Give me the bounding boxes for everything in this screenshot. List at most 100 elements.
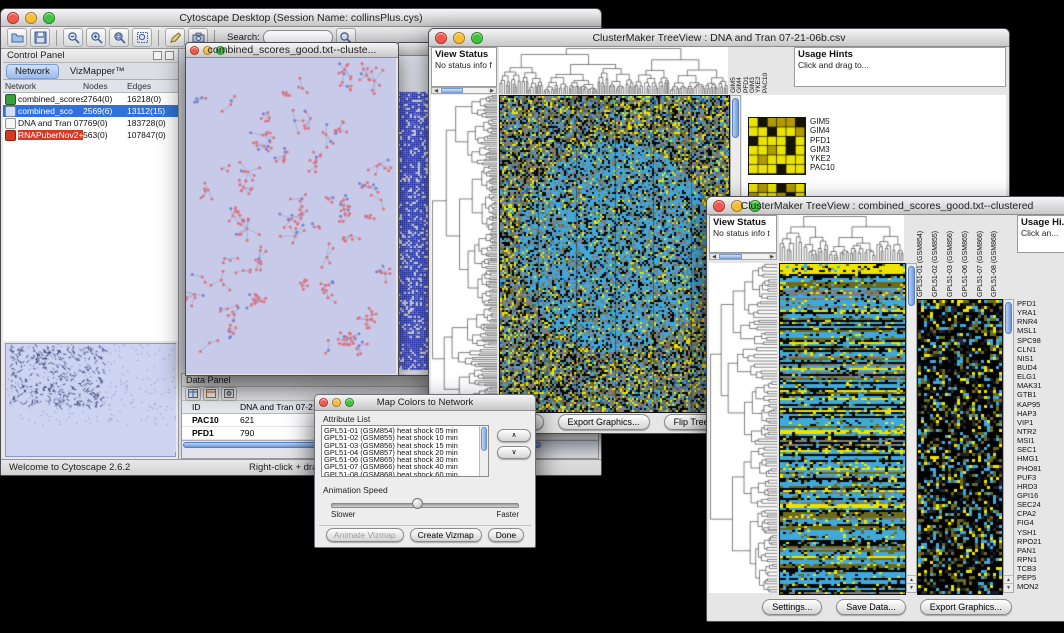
col-nodes[interactable]: Nodes (83, 81, 127, 91)
heatmap-vscrollbar[interactable] (906, 263, 917, 593)
rotated-gene-label[interactable]: YKE2 (755, 47, 761, 93)
gene-label[interactable]: MSL1 (1017, 326, 1063, 335)
gene-label[interactable]: SPC98 (1017, 336, 1063, 345)
network-overview-thumbnail[interactable] (5, 343, 176, 457)
column-dendrogram-canvas[interactable] (779, 215, 904, 261)
close-panel-icon[interactable] (165, 51, 174, 60)
gene-label[interactable]: YSH1 (1017, 528, 1063, 537)
network-list-item[interactable]: combined_scores 2764(0) 16218(0) (3, 93, 178, 105)
vscroll-thumb[interactable] (908, 266, 915, 306)
treeview-button[interactable]: Save Data... (836, 599, 906, 615)
gene-label[interactable]: YRA1 (1017, 308, 1063, 317)
col-network[interactable]: Network (5, 81, 83, 91)
gene-label[interactable]: VIP1 (1017, 418, 1063, 427)
vscroll-thumb[interactable] (732, 98, 739, 138)
gene-label[interactable]: KAP95 (1017, 400, 1063, 409)
attribute-list-item[interactable]: GPL51-07 (GSM866) heat shock 40 min (324, 463, 478, 470)
gene-label[interactable]: GTB1 (1017, 390, 1063, 399)
gene-label[interactable]: RPO21 (1017, 537, 1063, 546)
gene-label[interactable]: MSI1 (1017, 436, 1063, 445)
matrix-gene-label[interactable]: GIM4 (810, 126, 835, 135)
treeview-button[interactable]: Settings... (762, 599, 822, 615)
attribute-matrix-icon[interactable] (221, 387, 237, 401)
scroll-left-icon[interactable] (432, 88, 440, 94)
scroll-track[interactable] (718, 254, 768, 259)
gene-label[interactable]: SEC24 (1017, 500, 1063, 509)
gene-label[interactable]: FIG4 (1017, 518, 1063, 527)
zoom-in-icon[interactable] (86, 28, 106, 47)
zoom-fit-icon[interactable] (109, 28, 129, 47)
matrix-gene-label[interactable]: PAC10 (810, 163, 835, 172)
row-dendrogram-canvas[interactable] (431, 95, 497, 411)
gene-label[interactable]: TCB3 (1017, 564, 1063, 573)
float-panel-icon[interactable] (153, 51, 162, 60)
matrix-gene-label[interactable]: PFD1 (810, 136, 835, 145)
scroll-down-icon[interactable] (1004, 583, 1013, 592)
main-titlebar[interactable]: Cytoscape Desktop (Session Name: collins… (1, 9, 601, 27)
scroll-left-icon[interactable] (710, 254, 718, 260)
scroll-thumb[interactable] (441, 88, 463, 93)
gene-label[interactable]: CPA2 (1017, 509, 1063, 518)
network-window-titlebar[interactable]: combined_scores_good.txt--cluste... (186, 43, 398, 58)
attribute-editor-icon[interactable] (203, 387, 219, 401)
treeview-combined-titlebar[interactable]: ClusterMaker TreeView : combined_scores_… (707, 197, 1064, 215)
scroll-track[interactable] (440, 88, 488, 93)
gene-label[interactable]: RPN1 (1017, 555, 1063, 564)
rotated-column-label[interactable]: GPL51-03 (GSM856) (947, 215, 959, 297)
dialog-titlebar[interactable]: Map Colors to Network (315, 395, 535, 411)
animation-speed-slider[interactable] (331, 499, 519, 510)
rotated-gene-label[interactable]: PAC10 (762, 47, 768, 93)
overview-canvas[interactable] (6, 344, 176, 452)
attribute-list-item[interactable]: GPL51-08 (GSM868) heat shock 60 min (324, 471, 478, 477)
attribute-list[interactable]: GPL51-01 (GSM854) heat shock 05 minGPL51… (321, 425, 489, 477)
network-list-item[interactable]: DNA and Tran 07 769(0) 183728(0) (3, 117, 178, 129)
treeview-dna-titlebar[interactable]: ClusterMaker TreeView : DNA and Tran 07-… (429, 29, 1009, 47)
scroll-right-icon[interactable] (768, 254, 776, 260)
rotated-column-label[interactable]: GPL51-01 (GSM854) (917, 215, 929, 297)
move-up-button[interactable]: ∧ (497, 429, 531, 442)
select-attributes-icon[interactable] (185, 387, 201, 401)
attribute-list-item[interactable]: GPL51-02 (GSM855) heat shock 10 min (324, 434, 478, 441)
gene-label[interactable]: MAK31 (1017, 381, 1063, 390)
zoom-out-icon[interactable] (63, 28, 83, 47)
scroll-down-icon[interactable] (907, 583, 916, 592)
scroll-thumb[interactable] (719, 254, 742, 259)
control-panel-tab[interactable]: Network (6, 64, 59, 79)
matrix-gene-label[interactable]: GIM3 (810, 145, 835, 154)
gene-label[interactable]: HMG1 (1017, 454, 1063, 463)
scroll-right-icon[interactable] (488, 88, 496, 94)
zoom-selected-icon[interactable] (132, 28, 152, 47)
dialog-button[interactable]: Done (488, 528, 524, 542)
save-session-icon[interactable] (30, 28, 50, 47)
attribute-list-item[interactable]: GPL51-04 (GSM857) heat shock 20 min (324, 449, 478, 456)
treeview-button[interactable]: Export Graphics... (920, 599, 1012, 615)
network-list-item[interactable]: combined_sco 2569(6) 13112(15) (3, 105, 178, 117)
gene-label[interactable]: PFD1 (1017, 299, 1063, 308)
gene-label[interactable]: CLN1 (1017, 345, 1063, 354)
move-down-button[interactable]: ∨ (497, 446, 531, 459)
col-id[interactable]: ID (192, 402, 240, 412)
gene-label[interactable]: PEP5 (1017, 573, 1063, 582)
gene-label[interactable]: HRD3 (1017, 482, 1063, 491)
gene-label[interactable]: NTR2 (1017, 427, 1063, 436)
slider-track[interactable] (331, 503, 519, 508)
annotation-icon[interactable] (165, 28, 185, 47)
network-list-item[interactable]: RNAPuberNov2+ 563(0) 107847(0) (3, 129, 178, 141)
matrix-gene-label[interactable]: GIM5 (810, 117, 835, 126)
dialog-button[interactable]: Animate Vizmap (326, 528, 404, 542)
gene-label[interactable]: BUD4 (1017, 363, 1063, 372)
rotated-column-label[interactable]: GPL51-08 (GSM868) (991, 215, 1003, 297)
correlation-matrix-canvas[interactable] (748, 117, 806, 175)
mini-hscrollbar[interactable] (709, 253, 777, 260)
heatmap-canvas[interactable] (779, 263, 906, 595)
attribute-list-item[interactable]: GPL51-01 (GSM854) heat shock 05 min (324, 427, 478, 434)
secondary-heatmap-canvas[interactable] (917, 299, 1003, 595)
gene-label[interactable]: PHO81 (1017, 464, 1063, 473)
open-session-icon[interactable] (7, 28, 27, 47)
rotated-gene-label[interactable]: GIM4 (736, 47, 742, 93)
rotated-column-label[interactable]: GPL51-02 (GSM855) (932, 215, 944, 297)
gene-label[interactable]: MON2 (1017, 582, 1063, 591)
matrix-gene-label[interactable]: YKE2 (810, 154, 835, 163)
mini-hscrollbar[interactable] (431, 87, 497, 94)
gene-label[interactable]: PUF3 (1017, 473, 1063, 482)
